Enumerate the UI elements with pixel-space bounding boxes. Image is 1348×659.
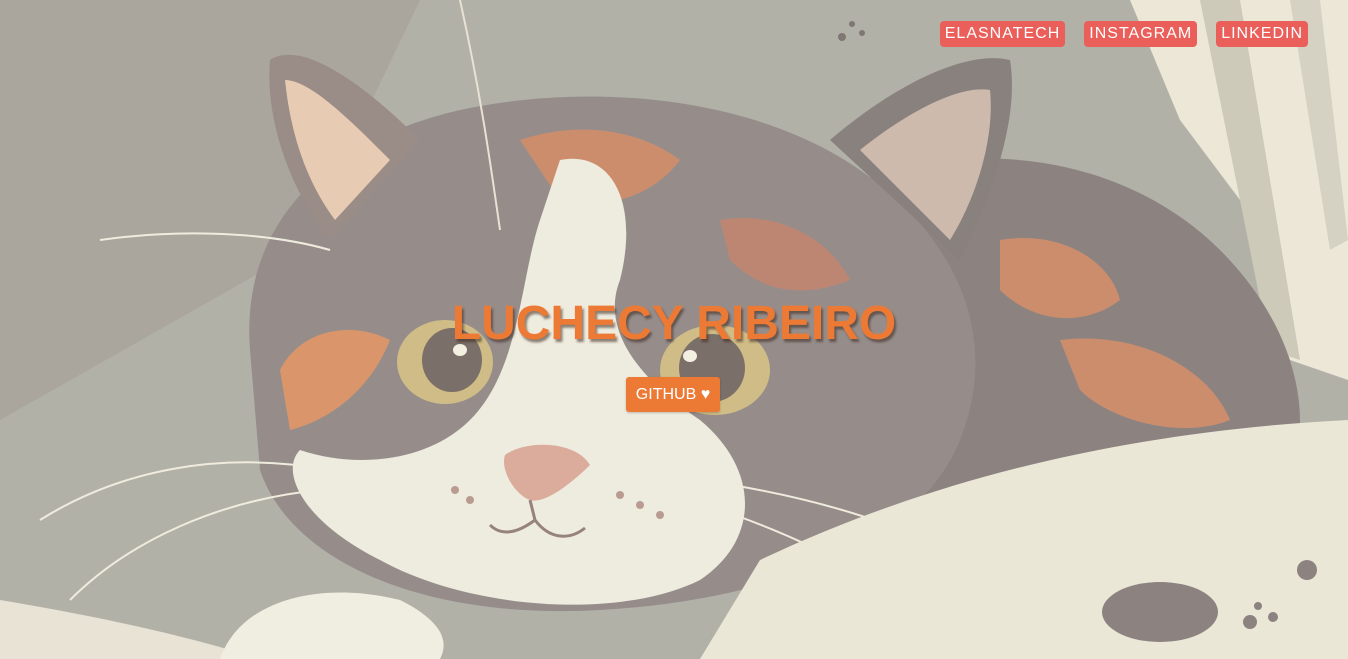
page-title: LUCHECY RIBEIRO	[451, 297, 897, 350]
github-button[interactable]: GITHUB ♥	[626, 377, 720, 412]
nav-link-elasnatech[interactable]: ELASNATECH	[939, 21, 1066, 47]
nav-link-linkedin[interactable]: LINKEDIN	[1216, 21, 1308, 47]
nav-link-instagram[interactable]: INSTAGRAM	[1084, 21, 1198, 47]
hero-section: ELASNATECH INSTAGRAM LINKEDIN LUCHECY RI…	[0, 0, 1348, 659]
top-nav: ELASNATECH INSTAGRAM LINKEDIN	[939, 21, 1308, 47]
